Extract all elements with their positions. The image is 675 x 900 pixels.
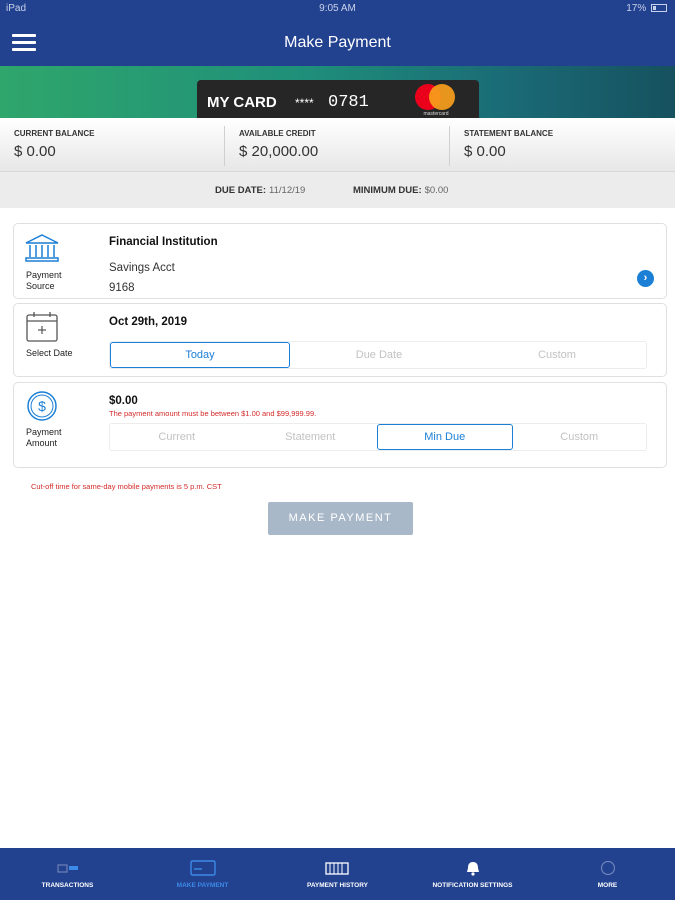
tab-more-label: MORE — [597, 882, 618, 889]
tab-more[interactable]: MORE — [540, 848, 675, 900]
date-option-today[interactable]: Today — [110, 342, 290, 368]
status-time: 9:05 AM — [319, 3, 356, 14]
available-credit: AVAILABLE CREDIT $ 20,000.00 — [225, 118, 449, 172]
more-icon — [600, 860, 616, 876]
tab-transactions[interactable]: TRANSACTIONS — [0, 848, 135, 900]
date-option-due-date[interactable]: Due Date — [290, 342, 468, 368]
current-balance: CURRENT BALANCE $ 0.00 — [0, 118, 224, 172]
battery-icon — [651, 4, 667, 13]
minimum-due-label: MINIMUM DUE: — [353, 185, 422, 196]
selected-date: Oct 29th, 2019 — [109, 316, 187, 328]
payment-source-label: Payment Source — [26, 270, 62, 291]
battery-indicator: 17% — [626, 3, 667, 14]
date-option-custom[interactable]: Custom — [468, 342, 646, 368]
tab-notification-settings[interactable]: NOTIFICATION SETTINGS — [405, 848, 540, 900]
statement-balance: STATEMENT BALANCE $ 0.00 — [450, 118, 675, 172]
amount-options: Current Statement Min Due Custom — [109, 423, 647, 451]
bank-icon — [25, 234, 59, 262]
tab-notification-settings-label: NOTIFICATION SETTINGS — [432, 882, 513, 889]
payment-history-icon — [325, 862, 349, 875]
tab-transactions-label: TRANSACTIONS — [41, 882, 94, 889]
statement-balance-value: $ 0.00 — [464, 143, 506, 160]
chevron-right-icon[interactable]: › — [637, 270, 654, 287]
due-info-strip: DUE DATE: 11/12/19 MINIMUM DUE: $0.00 — [0, 172, 675, 208]
tab-payment-history[interactable]: PAYMENT HISTORY — [270, 848, 405, 900]
mastercard-logo-text: mastercard — [423, 111, 449, 117]
tab-payment-history-label: PAYMENT HISTORY — [306, 882, 369, 889]
account-type: Savings Acct — [109, 262, 175, 274]
payment-source-panel[interactable]: Payment Source Financial Institution Sav… — [13, 223, 667, 299]
tab-make-payment-label: MAKE PAYMENT — [176, 882, 229, 889]
payment-amount-value: $0.00 — [109, 395, 138, 407]
available-credit-value: $ 20,000.00 — [239, 143, 319, 160]
credit-card: MY CARD **** 0781 mastercard — [197, 80, 479, 118]
payment-card-icon — [190, 860, 216, 876]
nav-bar: Make Payment — [0, 18, 675, 66]
battery-percent: 17% — [626, 3, 647, 14]
current-balance-value: $ 0.00 — [14, 143, 56, 160]
select-date-label: Select Date — [26, 348, 73, 358]
date-options: Today Due Date Custom — [109, 341, 647, 369]
select-date-panel: Select Date Oct 29th, 2019 Today Due Dat… — [13, 303, 667, 377]
svg-text:$: $ — [38, 398, 46, 414]
card-name: MY CARD — [207, 94, 277, 111]
minimum-due-value: $0.00 — [424, 185, 449, 196]
make-payment-button[interactable]: MAKE PAYMENT — [268, 502, 413, 535]
available-credit-label: AVAILABLE CREDIT — [239, 129, 316, 138]
institution-name: Financial Institution — [109, 236, 218, 248]
card-last-digits: 0781 — [328, 93, 369, 112]
bell-icon — [467, 862, 479, 876]
status-bar: iPad 9:05 AM 17% — [0, 0, 675, 18]
tab-make-payment[interactable]: MAKE PAYMENT — [135, 848, 270, 900]
account-number: 9168 — [109, 282, 135, 294]
transactions-icon — [57, 864, 78, 873]
card-banner: MY CARD **** 0781 mastercard — [0, 66, 675, 118]
due-date: DUE DATE: 11/12/19 — [215, 185, 305, 196]
page-title: Make Payment — [284, 34, 391, 51]
amount-option-min-due[interactable]: Min Due — [377, 424, 513, 450]
minimum-due: MINIMUM DUE: $0.00 — [353, 185, 448, 196]
cutoff-note: Cut-off time for same-day mobile payment… — [31, 482, 222, 491]
amount-option-custom[interactable]: Custom — [513, 424, 647, 450]
amount-option-statement[interactable]: Statement — [244, 424, 378, 450]
payment-amount-panel: $ Payment Amount $0.00 The payment amoun… — [13, 382, 667, 468]
statement-balance-label: STATEMENT BALANCE — [464, 129, 554, 138]
balance-summary: CURRENT BALANCE $ 0.00 AVAILABLE CREDIT … — [0, 118, 675, 172]
payment-amount-label: Payment Amount — [26, 427, 62, 448]
mastercard-logo-icon: mastercard — [415, 84, 457, 117]
calendar-icon — [26, 312, 58, 342]
due-date-label: DUE DATE: — [215, 185, 267, 196]
card-mask: **** — [295, 96, 314, 110]
due-date-value: 11/12/19 — [269, 185, 306, 196]
dollar-icon: $ — [27, 391, 57, 421]
bottom-tab-bar: TRANSACTIONS MAKE PAYMENT PAYMENT HISTOR… — [0, 848, 675, 900]
amount-error-message: The payment amount must be between $1.00… — [109, 409, 317, 418]
amount-option-current[interactable]: Current — [110, 424, 244, 450]
current-balance-label: CURRENT BALANCE — [14, 129, 95, 138]
